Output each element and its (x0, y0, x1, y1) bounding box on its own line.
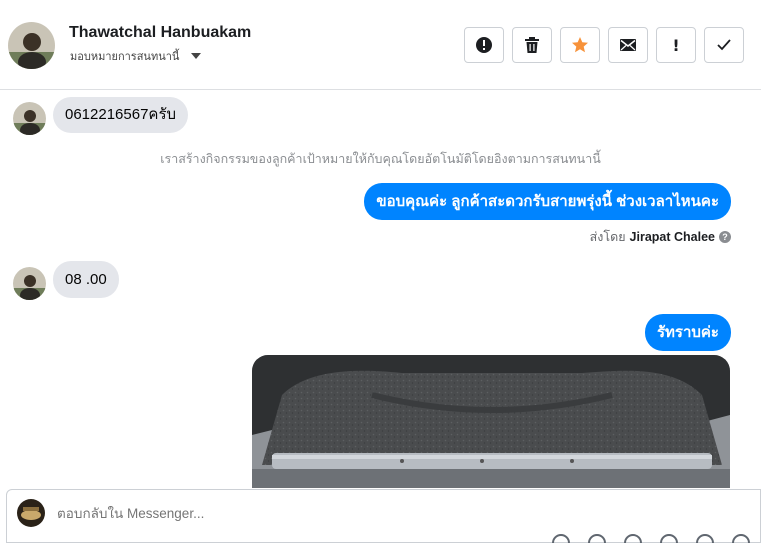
assign-label: มอบหมายการสนทนานี้ (70, 51, 180, 63)
gif-icon[interactable] (696, 534, 714, 543)
check-icon (717, 39, 731, 51)
like-icon[interactable] (732, 534, 750, 543)
system-note: เราสร้างกิจกรรมของลูกค้าเป้าหมายให้กับคุ… (160, 152, 601, 166)
conversation-actions: ! (464, 27, 744, 63)
help-icon[interactable]: ? (719, 231, 731, 243)
mark-important-button[interactable]: ! (656, 27, 696, 63)
mark-unread-button[interactable] (608, 27, 648, 63)
sent-by-prefix: ส่งโดย (589, 230, 626, 244)
contact-avatar[interactable] (8, 22, 55, 69)
emoji-icon[interactable] (660, 534, 678, 543)
contact-name[interactable]: Thawatchal Hanbuakam (69, 24, 251, 42)
outgoing-message[interactable]: รัทราบค่ะ (644, 314, 731, 351)
image-icon[interactable] (624, 534, 642, 543)
reply-composer (6, 489, 761, 543)
outgoing-message[interactable]: ขอบคุณค่ะ ลูกค้าสะดวกรับสายพรุ่งนี้ ช่วง… (364, 183, 731, 220)
attachment-icon[interactable] (552, 534, 570, 543)
caret-down-icon (191, 53, 202, 59)
assign-conversation-dropdown[interactable]: มอบหมายการสนทนานี้ (70, 47, 202, 65)
message-thread[interactable]: 0612216567ครับ เราสร้างกิจกรรมของลูกค้าเ… (0, 91, 761, 488)
photo-attachment[interactable] (252, 355, 730, 488)
sender-name: Jirapat Chalee (629, 230, 715, 244)
contact-avatar-small (13, 102, 46, 135)
mark-done-button[interactable] (704, 27, 744, 63)
star-button[interactable] (560, 27, 600, 63)
contact-avatar-small (13, 267, 46, 300)
sent-by-label: ส่งโดย Jirapat Chalee ? (590, 227, 731, 247)
alert-circle-icon (476, 37, 492, 53)
page-avatar (17, 499, 45, 527)
conversation-header: Thawatchal Hanbuakam มอบหมายการสนทนานี้ (0, 0, 761, 90)
star-icon (572, 37, 588, 53)
trash-icon (525, 37, 539, 53)
sticker-icon[interactable] (588, 534, 606, 543)
composer-toolbar (552, 534, 750, 543)
report-spam-button[interactable] (464, 27, 504, 63)
delete-button[interactable] (512, 27, 552, 63)
mail-icon (620, 39, 636, 51)
exclamation-icon: ! (672, 35, 680, 55)
incoming-message[interactable]: 0612216567ครับ (53, 97, 189, 133)
incoming-message[interactable]: 08 .00 (53, 261, 119, 298)
reply-input[interactable] (57, 506, 657, 521)
